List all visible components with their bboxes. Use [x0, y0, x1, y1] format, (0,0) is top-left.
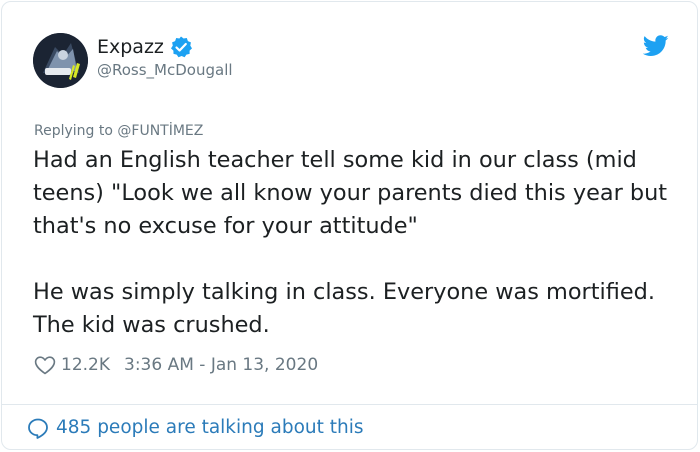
tweet-text: Had an English teacher tell some kid in … — [33, 147, 668, 338]
replying-mention-link[interactable]: @FUNTİMEZ — [117, 123, 203, 139]
team-logo-avatar-icon — [33, 33, 88, 88]
verified-badge-icon — [169, 35, 193, 59]
footer-divider — [2, 404, 697, 405]
heart-icon[interactable] — [33, 353, 57, 377]
replying-prefix: Replying to — [34, 123, 118, 139]
author-name-row[interactable]: Expazz — [97, 35, 193, 59]
talking-about-link[interactable]: 485 people are talking about this — [26, 416, 364, 440]
author-avatar[interactable] — [33, 33, 88, 88]
author-handle[interactable]: @Ross_McDougall — [97, 60, 233, 80]
tweet-meta: 12.2K 3:36 AM - Jan 13, 2020 — [33, 353, 318, 377]
twitter-bird-icon[interactable] — [642, 35, 669, 57]
like-count[interactable]: 12.2K — [61, 355, 110, 375]
author-display-name[interactable]: Expazz — [97, 35, 164, 59]
tweet-card: Expazz @Ross_McDougall Replying to @FUNT… — [1, 1, 698, 450]
speech-bubble-icon — [26, 416, 50, 440]
talking-about-text[interactable]: 485 people are talking about this — [56, 416, 364, 440]
replying-to: Replying to @FUNTİMEZ — [34, 121, 203, 141]
tweet-timestamp[interactable]: 3:36 AM - Jan 13, 2020 — [124, 355, 318, 375]
